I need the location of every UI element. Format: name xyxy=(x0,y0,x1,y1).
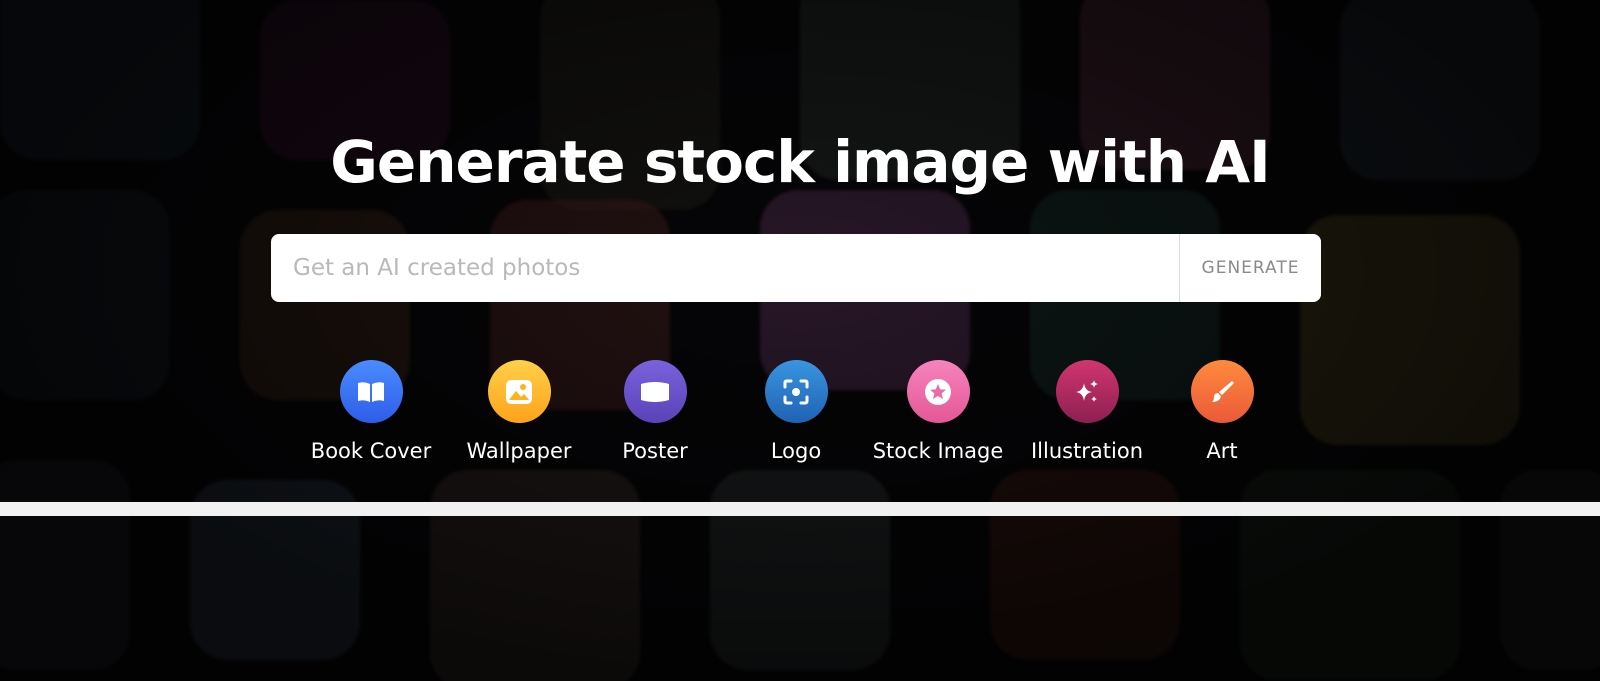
prompt-input[interactable] xyxy=(271,234,1179,302)
section-divider xyxy=(0,502,1600,516)
category-illustration[interactable]: Illustration xyxy=(1017,360,1157,467)
sparkles-icon xyxy=(1055,360,1119,423)
star-icon xyxy=(906,360,970,423)
category-label: Art xyxy=(1206,439,1238,463)
category-wallpaper[interactable]: Wallpaper xyxy=(449,360,589,467)
paintbrush-icon xyxy=(1190,360,1254,423)
category-stock-image[interactable]: Stock Image xyxy=(868,360,1008,467)
generate-button[interactable]: GENERATE xyxy=(1179,234,1321,302)
category-label: Wallpaper xyxy=(466,439,572,463)
category-poster[interactable]: Poster xyxy=(585,360,725,467)
category-label: Logo xyxy=(770,439,822,463)
category-list: Book Cover Wallpaper Poster Logo Stock I xyxy=(0,360,1600,500)
category-logo[interactable]: Logo xyxy=(726,360,866,467)
hero-section: Generate stock image with AI GENERATE Bo… xyxy=(0,0,1600,500)
banner-icon xyxy=(623,360,687,423)
focus-scan-icon xyxy=(764,360,828,423)
category-art[interactable]: Art xyxy=(1152,360,1292,467)
category-book-cover[interactable]: Book Cover xyxy=(301,360,441,467)
image-icon xyxy=(487,360,551,423)
category-label: Stock Image xyxy=(872,439,1004,463)
page-title: Generate stock image with AI xyxy=(330,128,1270,196)
open-book-icon xyxy=(339,360,403,423)
search-bar: GENERATE xyxy=(271,234,1321,302)
category-label: Illustration xyxy=(1030,439,1144,463)
category-label: Book Cover xyxy=(310,439,432,463)
category-label: Poster xyxy=(622,439,688,463)
